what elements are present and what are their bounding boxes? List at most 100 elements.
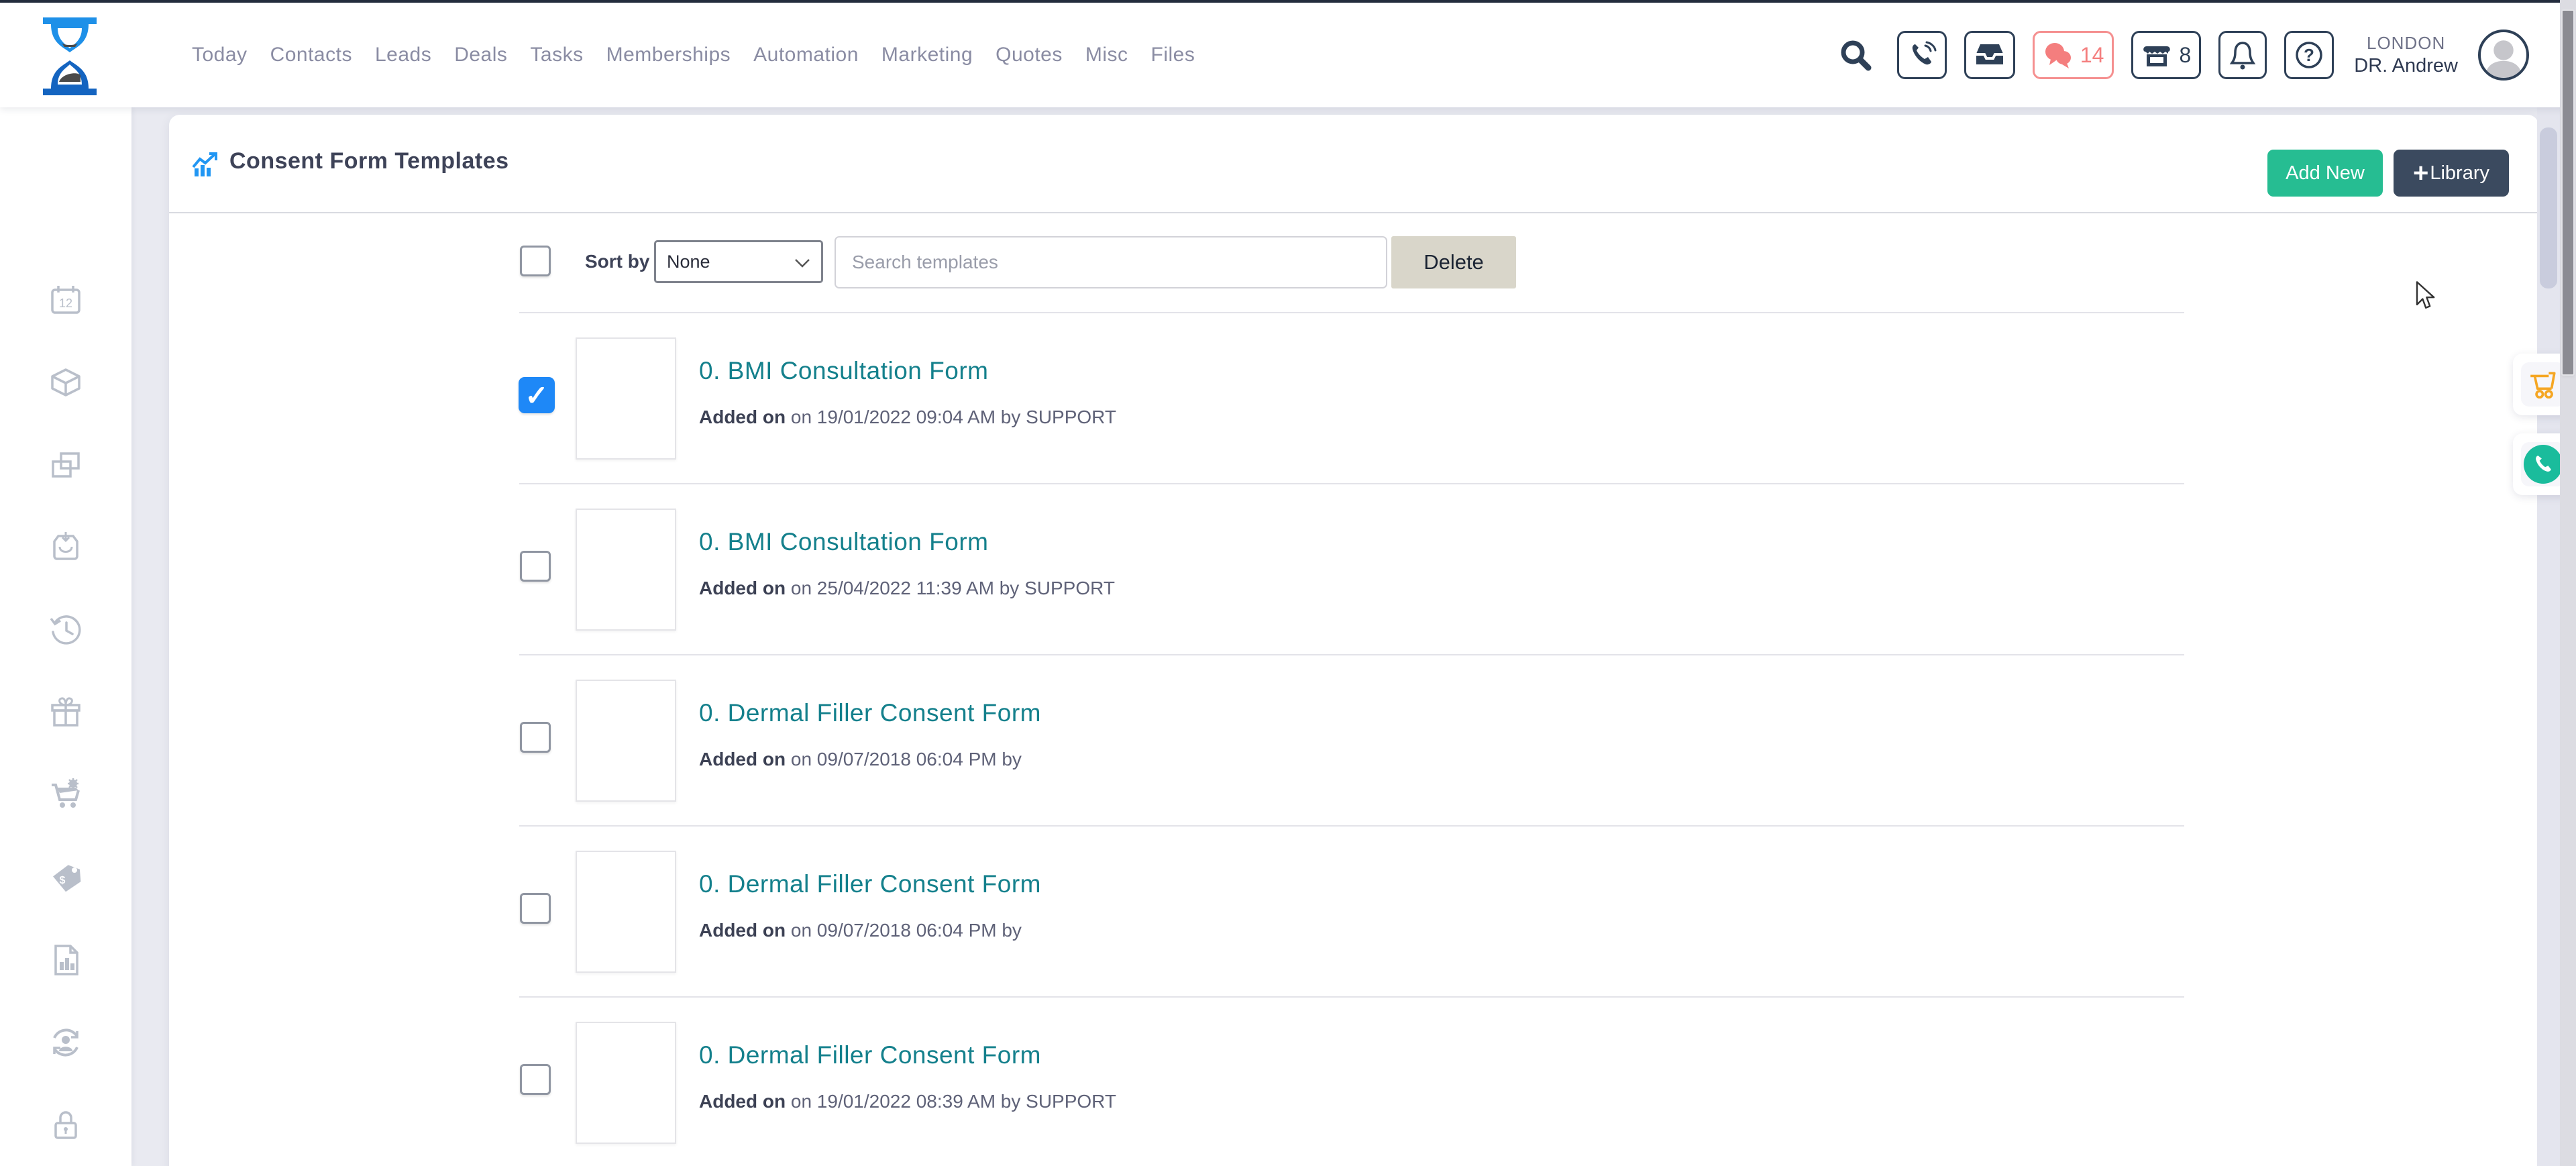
- sidebar-item-bag-receive[interactable]: [49, 531, 83, 564]
- template-thumbnail[interactable]: [576, 509, 676, 631]
- panel-header: Consent Form Templates Add New + Library: [169, 115, 2538, 213]
- template-title-link[interactable]: 0. Dermal Filler Consent Form: [699, 870, 1041, 898]
- template-title-link[interactable]: 0. Dermal Filler Consent Form: [699, 1041, 1041, 1069]
- sidebar-item-calendar[interactable]: 12: [49, 283, 83, 317]
- nav-item-contacts[interactable]: Contacts: [270, 44, 352, 66]
- template-row: 0. Dermal Filler Consent Form Added on o…: [169, 826, 2538, 997]
- user-name-label: DR. Andrew: [2354, 54, 2458, 78]
- added-on-label: Added on: [699, 749, 786, 770]
- nav-item-leads[interactable]: Leads: [375, 44, 431, 66]
- svg-text:12: 12: [59, 297, 72, 310]
- row-checkbox[interactable]: [520, 551, 551, 582]
- nav-item-quotes[interactable]: Quotes: [996, 44, 1063, 66]
- svg-text:?: ?: [2304, 45, 2314, 65]
- content-scrollbar-thumb[interactable]: [2540, 127, 2557, 288]
- location-label: LONDON: [2354, 32, 2458, 54]
- sidebar-item-history[interactable]: [49, 613, 83, 647]
- browser-scrollbar[interactable]: [2560, 0, 2576, 1166]
- added-on-label: Added on: [699, 920, 786, 941]
- template-thumbnail[interactable]: [576, 1022, 676, 1144]
- sidebar-item-cart-settings[interactable]: [49, 778, 83, 812]
- template-thumbnail[interactable]: [576, 680, 676, 802]
- sidebar-item-client-sync[interactable]: [49, 1026, 83, 1059]
- library-button[interactable]: + Library: [2394, 150, 2509, 197]
- nav-item-today[interactable]: Today: [192, 44, 248, 66]
- chat-bubbles-icon: [2043, 41, 2074, 69]
- add-new-button[interactable]: Add New: [2267, 150, 2383, 197]
- inbox-button[interactable]: [1964, 31, 2015, 79]
- nav-item-memberships[interactable]: Memberships: [606, 44, 731, 66]
- template-thumbnail[interactable]: [576, 851, 676, 973]
- template-thumbnail[interactable]: [576, 337, 676, 460]
- sort-selected-value: None: [667, 252, 710, 272]
- template-row: 0. Dermal Filler Consent Form Added on o…: [169, 655, 2538, 826]
- sidebar-item-package[interactable]: [49, 366, 83, 399]
- row-checkbox[interactable]: [519, 377, 555, 413]
- chevron-down-icon: [794, 252, 810, 272]
- template-added-meta: Added on on 25/04/2022 11:39 AM by SUPPO…: [699, 578, 1115, 599]
- cart-icon: [2528, 370, 2559, 399]
- phone-circle-icon: [2524, 445, 2563, 484]
- content-scrollbar[interactable]: [2537, 107, 2560, 1166]
- inbox-icon: [1974, 42, 2005, 68]
- nav-item-misc[interactable]: Misc: [1085, 44, 1128, 66]
- select-all-checkbox[interactable]: [520, 246, 551, 276]
- messages-count-badge: 14: [2080, 43, 2104, 68]
- call-button[interactable]: [2521, 442, 2565, 486]
- browser-scrollbar-thumb[interactable]: [2561, 9, 2575, 376]
- nav-item-files[interactable]: Files: [1151, 44, 1195, 66]
- nav-item-tasks[interactable]: Tasks: [530, 44, 583, 66]
- filter-bar: Sort by None Delete: [169, 213, 2538, 313]
- phone-icon: [1907, 40, 1937, 70]
- main-nav: Today Contacts Leads Deals Tasks Members…: [192, 3, 1195, 107]
- notifications-button[interactable]: [2218, 31, 2267, 79]
- nav-item-automation[interactable]: Automation: [753, 44, 859, 66]
- added-on-label: Added on: [699, 407, 786, 427]
- consent-templates-panel: Consent Form Templates Add New + Library…: [169, 115, 2538, 1166]
- delete-button[interactable]: Delete: [1391, 236, 1516, 288]
- phone-button[interactable]: [1897, 31, 1947, 79]
- sort-select[interactable]: None: [654, 240, 823, 283]
- row-checkbox[interactable]: [520, 722, 551, 753]
- nav-item-marketing[interactable]: Marketing: [881, 44, 973, 66]
- messages-button[interactable]: 14: [2033, 31, 2114, 79]
- template-title-link[interactable]: 0. BMI Consultation Form: [699, 357, 988, 385]
- template-row: 0. BMI Consultation Form Added on on 25/…: [169, 484, 2538, 655]
- search-templates-input[interactable]: [835, 236, 1387, 288]
- row-checkbox[interactable]: [520, 893, 551, 924]
- top-border-line: [0, 0, 2576, 3]
- row-checkbox[interactable]: [520, 1064, 551, 1095]
- template-added-meta: Added on on 19/01/2022 08:39 AM by SUPPO…: [699, 1091, 1116, 1112]
- person-silhouette-icon: [2481, 35, 2526, 78]
- template-added-meta: Added on on 09/07/2018 06:04 PM by: [699, 749, 1022, 770]
- user-identity[interactable]: LONDON DR. Andrew: [2354, 32, 2458, 78]
- help-icon: ?: [2294, 40, 2324, 70]
- sort-by-label: Sort by: [585, 251, 649, 272]
- template-row: 0. BMI Consultation Form Added on on 19/…: [169, 313, 2538, 484]
- nav-item-deals[interactable]: Deals: [454, 44, 507, 66]
- pos-store-button[interactable]: 8: [2131, 31, 2201, 79]
- sidebar-item-lock[interactable]: [49, 1108, 83, 1142]
- left-sidebar: 12 $: [0, 107, 131, 1166]
- added-on-label: Added on: [699, 578, 786, 598]
- search-icon[interactable]: [1838, 38, 1873, 72]
- template-added-meta: Added on on 09/07/2018 06:04 PM by: [699, 920, 1022, 941]
- template-added-meta: Added on on 19/01/2022 09:04 AM by SUPPO…: [699, 407, 1116, 428]
- added-on-label: Added on: [699, 1091, 786, 1112]
- svg-text:$: $: [60, 875, 66, 886]
- template-title-link[interactable]: 0. Dermal Filler Consent Form: [699, 699, 1041, 727]
- sidebar-item-duplicate[interactable]: [49, 448, 83, 482]
- sidebar-item-pricing[interactable]: $: [49, 861, 83, 894]
- pos-count-badge: 8: [2179, 43, 2191, 68]
- store-icon: [2141, 41, 2172, 69]
- top-navigation-bar: Today Contacts Leads Deals Tasks Members…: [0, 3, 2576, 107]
- cart-button[interactable]: [2521, 362, 2565, 407]
- template-row: 0. Dermal Filler Consent Form Added on o…: [169, 997, 2538, 1166]
- avatar[interactable]: [2478, 30, 2529, 81]
- add-new-label: Add New: [2286, 162, 2365, 184]
- sidebar-item-reports[interactable]: [49, 943, 83, 977]
- help-button[interactable]: ?: [2284, 31, 2334, 79]
- app-logo[interactable]: [42, 17, 98, 95]
- sidebar-item-gift[interactable]: [49, 696, 83, 729]
- template-title-link[interactable]: 0. BMI Consultation Form: [699, 528, 988, 556]
